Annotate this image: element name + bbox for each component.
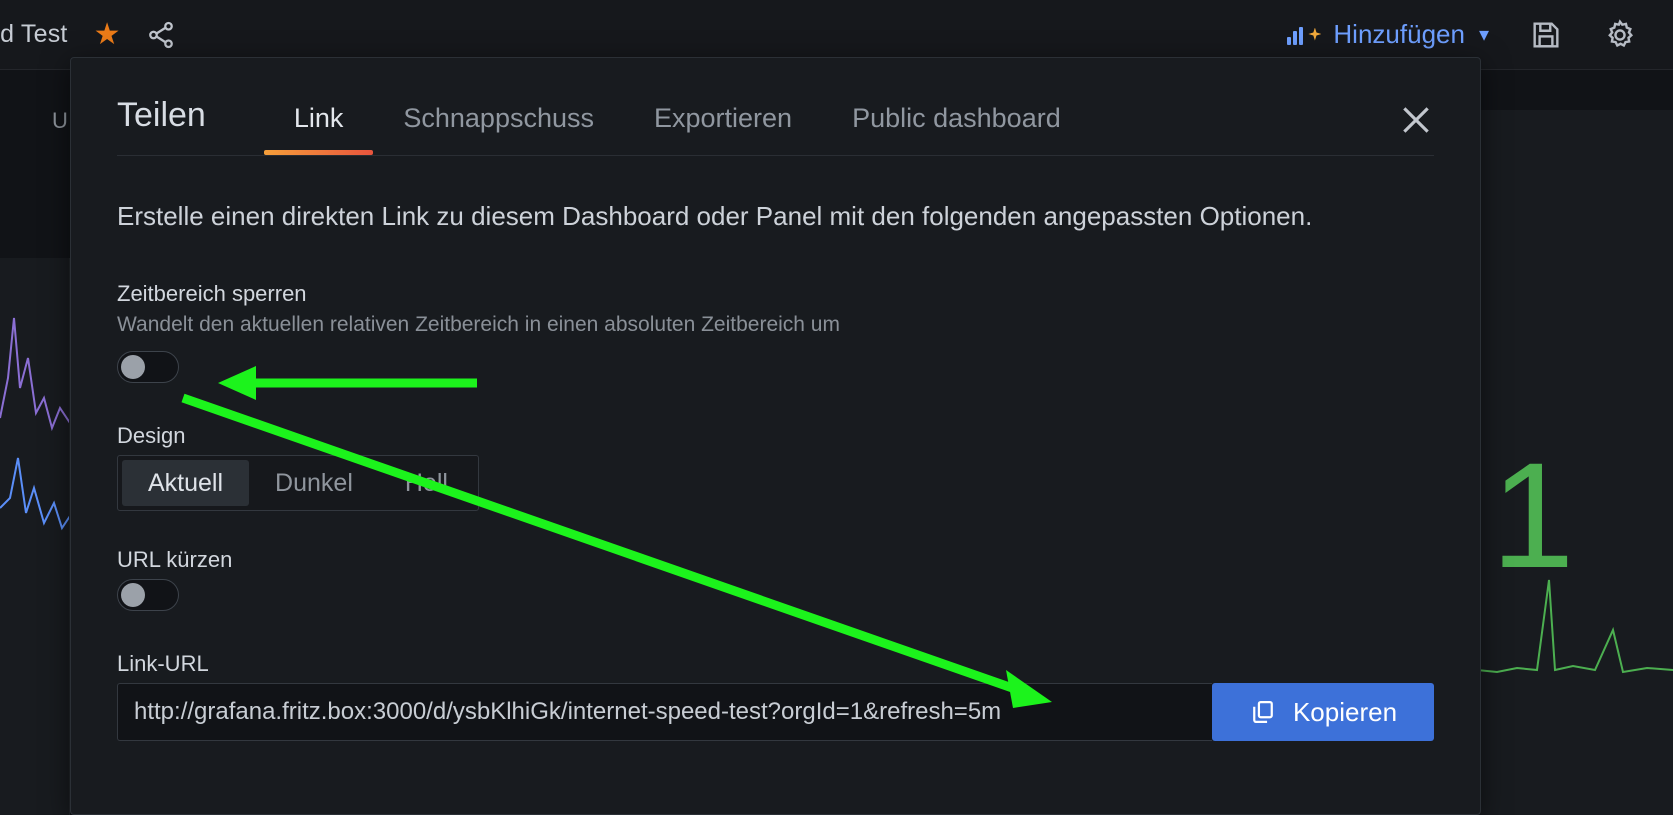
add-panel-label: Hinzufügen	[1333, 19, 1465, 50]
background-panel-right: 1	[1477, 110, 1673, 815]
lock-time-range-toggle[interactable]	[117, 351, 179, 383]
tab-snapshot[interactable]: Schnappschuss	[373, 103, 624, 155]
share-description: Erstelle einen direkten Link zu diesem D…	[117, 201, 1434, 232]
share-nodes-icon[interactable]	[146, 20, 176, 50]
background-panel-left	[0, 258, 70, 815]
star-icon[interactable]: ★	[94, 20, 121, 50]
share-modal-title: Teilen	[117, 96, 264, 155]
copy-button[interactable]: Kopieren	[1212, 683, 1434, 741]
screen: 1 U ed Test ★	[0, 0, 1673, 815]
shorten-url-toggle[interactable]	[117, 579, 179, 611]
share-modal: Teilen Link Schnappschuss Exportieren Pu…	[70, 57, 1481, 815]
topbar-right-group: Hinzufügen ▾	[1287, 18, 1673, 52]
theme-label: Design	[117, 423, 1434, 449]
toggle-knob	[121, 583, 145, 607]
copy-icon	[1249, 698, 1277, 726]
lock-time-range-label: Zeitbereich sperren	[117, 281, 1434, 307]
background-sparkline-right	[1477, 110, 1673, 815]
theme-option-light[interactable]: Hell	[379, 460, 474, 506]
link-url-field: Link-URL http://grafana.fritz.box:3000/d…	[117, 651, 1434, 741]
share-modal-body: Erstelle einen direkten Link zu diesem D…	[71, 156, 1480, 741]
toggle-knob	[121, 355, 145, 379]
link-url-label: Link-URL	[117, 651, 1434, 677]
background-sparkline-left	[0, 258, 70, 815]
tab-public-dashboard[interactable]: Public dashboard	[822, 103, 1091, 155]
link-url-input[interactable]: http://grafana.fritz.box:3000/d/ysbKlhiG…	[117, 683, 1212, 741]
shorten-url-label: URL kürzen	[117, 547, 1434, 573]
panel-add-icon	[1287, 25, 1321, 45]
copy-button-label: Kopieren	[1293, 697, 1397, 728]
save-disk-icon[interactable]	[1529, 18, 1563, 52]
close-icon[interactable]	[1396, 100, 1436, 140]
dashboard-title: ed Test	[0, 20, 68, 49]
theme-option-current[interactable]: Aktuell	[122, 460, 249, 506]
tab-export[interactable]: Exportieren	[624, 103, 822, 155]
theme-field: Design Aktuell Dunkel Hell	[117, 423, 1434, 511]
chevron-down-icon: ▾	[1479, 22, 1489, 47]
add-panel-button[interactable]: Hinzufügen ▾	[1287, 19, 1489, 50]
gear-icon[interactable]	[1603, 18, 1637, 52]
background-panel-label: U	[52, 108, 68, 134]
shorten-url-field: URL kürzen	[117, 547, 1434, 611]
share-modal-tabs: Link Schnappschuss Exportieren Public da…	[264, 103, 1091, 155]
theme-option-dark[interactable]: Dunkel	[249, 460, 379, 506]
lock-time-range-description: Wandelt den aktuellen relativen Zeitbere…	[117, 313, 1434, 337]
topbar-left-group: ed Test ★	[0, 20, 176, 50]
theme-radio-group: Aktuell Dunkel Hell	[117, 455, 479, 511]
lock-time-range-field: Zeitbereich sperren Wandelt den aktuelle…	[117, 281, 1434, 383]
share-modal-header: Teilen Link Schnappschuss Exportieren Pu…	[71, 58, 1480, 155]
link-url-row: http://grafana.fritz.box:3000/d/ysbKlhiG…	[117, 683, 1434, 741]
tab-link[interactable]: Link	[264, 103, 374, 155]
